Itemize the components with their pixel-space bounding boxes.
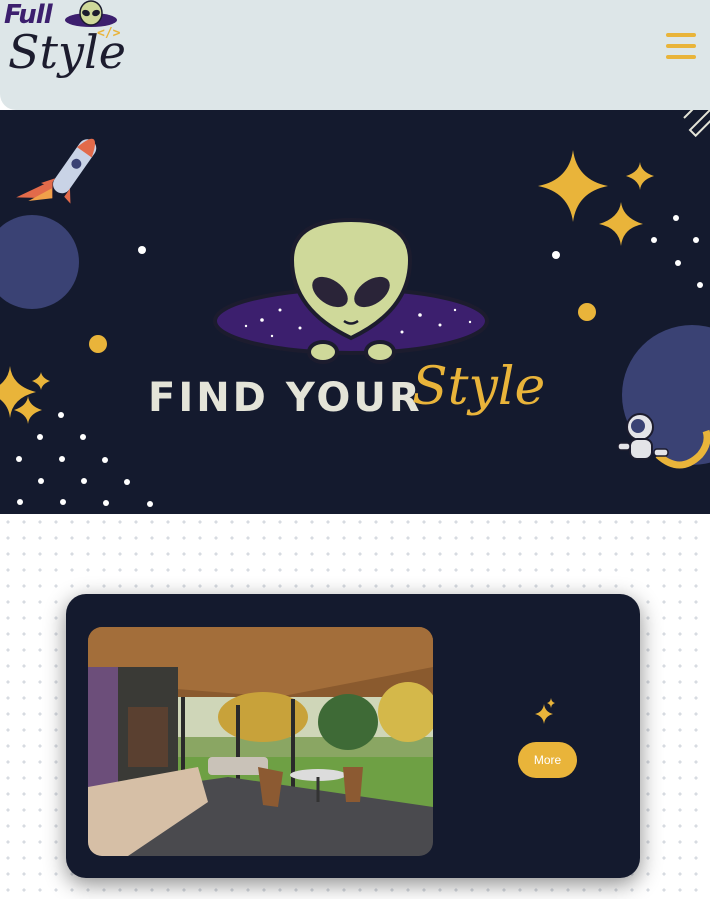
planet-left — [0, 215, 79, 309]
alien-icon — [213, 217, 489, 364]
dotted-content-section: More — [0, 514, 710, 899]
rocket-icon — [16, 138, 97, 204]
hero-heading-accent: Style — [412, 357, 546, 417]
menu-bar — [666, 33, 696, 37]
decorative-lines — [683, 110, 710, 138]
menu-bar — [666, 44, 696, 48]
hero-illustration — [0, 110, 710, 507]
site-logo[interactable]: Full </> Style — [2, 0, 126, 92]
hamburger-menu-icon[interactable] — [666, 33, 696, 59]
sparkle-icon — [535, 698, 555, 724]
hero-heading: FIND YOUR — [148, 375, 423, 421]
site-header: Full </> Style — [0, 0, 710, 110]
more-button[interactable]: More — [518, 742, 577, 778]
porch-photo[interactable] — [88, 627, 433, 856]
hero-banner: FIND YOUR Style — [0, 110, 710, 514]
logo-word-style: Style — [8, 25, 126, 79]
porch-image — [88, 627, 433, 856]
menu-bar — [666, 55, 696, 59]
feature-card: More — [66, 594, 640, 878]
